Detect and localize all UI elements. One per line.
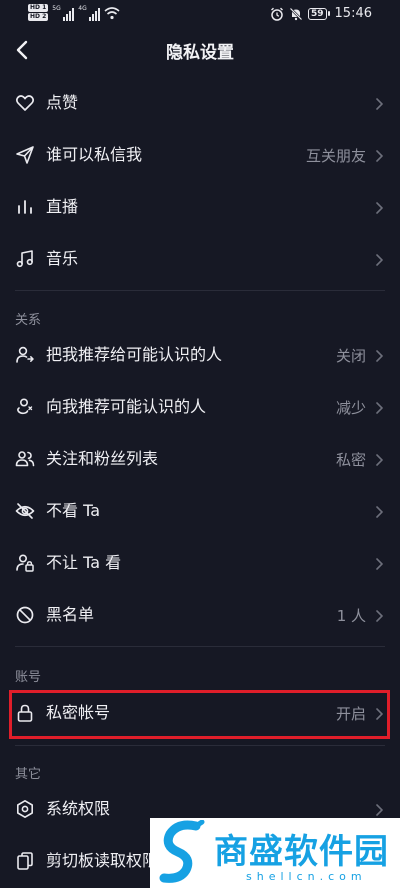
row-value: 减少 — [335, 399, 366, 417]
row-label: 直播 — [46, 197, 79, 216]
mute-bell-icon — [289, 7, 303, 20]
chevron-right-icon — [376, 98, 383, 110]
watermark-text: 商盛软件园 — [214, 832, 389, 872]
section-divider — [15, 290, 385, 291]
hd2-badge: HD 2 — [28, 13, 49, 21]
section-divider — [15, 646, 385, 647]
page-title: 隐私设置 — [166, 43, 234, 63]
status-left: HD 1 HD 2 5G 4G — [28, 4, 120, 21]
row-label: 系统权限 — [46, 799, 111, 818]
chevron-right-icon — [376, 804, 383, 816]
row-label: 不让 Ta 看 — [46, 553, 122, 572]
setting-row-hide-ta[interactable]: 不看 Ta — [0, 486, 400, 538]
heart-icon — [15, 95, 35, 111]
clipboard-icon — [17, 852, 33, 870]
eye-off-icon — [15, 503, 35, 519]
chevron-right-icon — [376, 150, 383, 162]
setting-row-follow-list[interactable]: 关注和粉丝列表 私密 — [0, 434, 400, 486]
row-value: 互关朋友 — [305, 147, 366, 165]
row-label: 不看 Ta — [46, 501, 101, 520]
live-bars-icon — [18, 200, 32, 214]
chevron-right-icon — [376, 254, 383, 266]
chevron-right-icon — [376, 350, 383, 362]
battery-level: 59 — [308, 7, 327, 20]
send-icon — [16, 146, 34, 164]
row-label: 谁可以私信我 — [46, 145, 143, 164]
hexagon-settings-icon — [17, 800, 33, 818]
alarm-icon — [271, 7, 283, 21]
setting-row-blacklist[interactable]: 黑名单 1 人 — [0, 590, 400, 642]
users-icon — [15, 451, 35, 467]
signal-5g-label: 5G — [52, 4, 61, 12]
hd-badges: HD 1 HD 2 — [28, 4, 49, 21]
setting-row-recommend-to-me[interactable]: 向我推荐可能认识的人 减少 — [0, 382, 400, 434]
row-value: 关闭 — [335, 347, 366, 365]
chevron-right-icon — [376, 506, 383, 518]
row-label: 把我推荐给可能认识的人 — [46, 345, 223, 364]
row-label: 点赞 — [46, 93, 79, 112]
block-icon — [16, 606, 34, 624]
user-discover-icon — [17, 398, 33, 415]
setting-row-live[interactable]: 直播 — [0, 182, 400, 234]
setting-row-block-ta-viewing[interactable]: 不让 Ta 看 — [0, 538, 400, 590]
hd1-badge: HD 1 — [28, 4, 49, 12]
user-lock-icon — [16, 554, 34, 572]
row-label: 剪切板读取权限 — [46, 851, 159, 870]
row-value: 私密 — [335, 451, 366, 469]
status-bar: HD 1 HD 2 5G 4G 59 15:46 — [0, 0, 400, 28]
status-right: 59 15:46 — [270, 6, 372, 21]
row-label: 黑名单 — [46, 605, 95, 624]
watermark: 商盛软件园 shellcn.com — [150, 818, 400, 888]
row-label: 音乐 — [46, 249, 79, 268]
row-value: 1 人 — [336, 607, 366, 625]
highlight-box — [9, 690, 390, 739]
setting-row-music[interactable]: 音乐 — [0, 234, 400, 286]
wifi-icon — [104, 6, 120, 19]
chevron-right-icon — [376, 558, 383, 570]
section-title-account: 账号 — [15, 670, 42, 685]
chevron-right-icon — [376, 454, 383, 466]
signal-4g-label: 4G — [78, 4, 87, 12]
signal-icon: 4G — [78, 4, 101, 21]
section-title-other: 其它 — [15, 767, 42, 782]
top-bar: 隐私设置 — [0, 28, 400, 72]
music-note-icon — [16, 250, 33, 268]
setting-row-who-can-message[interactable]: 谁可以私信我 互关朋友 — [0, 130, 400, 182]
battery-icon: 59 — [308, 7, 330, 20]
row-label: 向我推荐可能认识的人 — [46, 397, 207, 416]
setting-row-recommend-me[interactable]: 把我推荐给可能认识的人 关闭 — [0, 330, 400, 382]
chevron-right-icon — [376, 202, 383, 214]
section-title-relations: 关系 — [15, 313, 42, 328]
section-divider — [15, 745, 385, 746]
row-label: 关注和粉丝列表 — [46, 449, 159, 468]
watermark-logo — [159, 820, 205, 883]
chevron-right-icon — [376, 610, 383, 622]
setting-row-like[interactable]: 点赞 — [0, 78, 400, 130]
signal-icon: 5G — [52, 4, 75, 21]
user-recommend-icon — [16, 346, 34, 363]
chevron-right-icon — [376, 402, 383, 414]
watermark-url: shellcn.com — [246, 870, 367, 883]
clock: 15:46 — [334, 6, 372, 21]
